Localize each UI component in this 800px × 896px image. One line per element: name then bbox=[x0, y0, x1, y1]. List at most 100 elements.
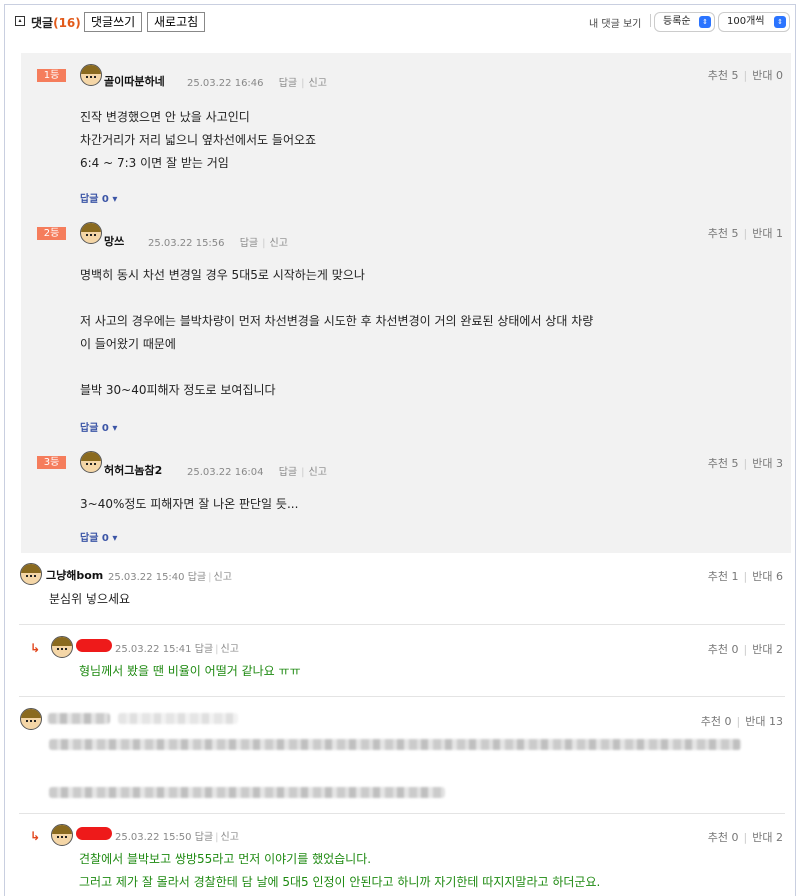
comment-meta: 25.03.22 15:41 답글 | 신고 bbox=[115, 644, 239, 655]
divider bbox=[19, 813, 785, 814]
nickname[interactable]: 망쓰 bbox=[104, 233, 124, 249]
nickname[interactable]: 허허그놈참2 bbox=[104, 462, 162, 478]
comment-date: 25.03.22 15:50 bbox=[115, 832, 192, 843]
comment-meta: 25.03.22 15:40 답글 | 신고 bbox=[108, 572, 232, 583]
downvote-count[interactable]: 반대 1 bbox=[752, 227, 783, 240]
comment-meta: 25.03.22 15:50 답글 | 신고 bbox=[115, 832, 239, 843]
downvote-count[interactable]: 반대 3 bbox=[752, 457, 783, 470]
downvote-count[interactable]: 반대 6 bbox=[752, 570, 783, 583]
vote-counts: 추천 5 | 반대 0 bbox=[707, 69, 783, 82]
collapse-icon[interactable]: ▴ bbox=[15, 16, 25, 26]
reply-arrow-icon: ↳ bbox=[30, 829, 41, 843]
reply-link[interactable]: 답글 bbox=[279, 467, 297, 478]
comment-body: 3~40%정도 피해자면 잘 나온 판단일 듯... bbox=[80, 497, 299, 511]
comment-title-text: 댓글 bbox=[31, 16, 54, 30]
vote-counts: 추천 0 | 반대 13 bbox=[700, 715, 783, 728]
nickname[interactable]: 그냥해bom bbox=[46, 567, 103, 583]
best-comments: 1등 골이따분하네 25.03.22 16:46 답글 | 신고 추천 5 | 반대 0… bbox=[21, 53, 791, 553]
report-link[interactable]: 신고 bbox=[221, 832, 239, 843]
reply-link[interactable]: 답글 bbox=[195, 644, 213, 655]
blurred-comment-line bbox=[49, 787, 445, 798]
downvote-count[interactable]: 반대 2 bbox=[752, 831, 783, 844]
vote-counts: 추천 0 | 반대 2 bbox=[707, 643, 783, 656]
reply-count-toggle[interactable]: 답글 0 ▾ bbox=[80, 190, 117, 205]
caret-down-icon: ▾ bbox=[112, 533, 118, 544]
comment-body: 견찰에서 블박보고 쌍방55라고 먼저 이야기를 했었습니다. 그러고 제가 잘… bbox=[79, 852, 601, 889]
sort-select[interactable]: 등록순 ⇕ bbox=[654, 12, 715, 32]
divider bbox=[19, 696, 785, 697]
vote-counts: 추천 5 | 반대 1 bbox=[707, 227, 783, 240]
comment-count: (16) bbox=[53, 16, 81, 30]
caret-down-icon: ▾ bbox=[112, 423, 118, 434]
comment-meta: 25.03.22 16:46 답글 | 신고 bbox=[187, 78, 327, 89]
user-avatar[interactable] bbox=[51, 824, 73, 846]
page-size-select-value: 100개씩 bbox=[727, 16, 765, 27]
upvote-count[interactable]: 추천 0 bbox=[701, 715, 732, 728]
comment-meta: 25.03.22 15:56 답글 | 신고 bbox=[148, 238, 288, 249]
nickname[interactable]: 골이따분하네 bbox=[104, 73, 165, 89]
reply-link[interactable]: 답글 bbox=[188, 572, 206, 583]
rank-badge: 1등 bbox=[37, 69, 66, 82]
upvote-count[interactable]: 추천 5 bbox=[708, 69, 739, 82]
upvote-count[interactable]: 추천 5 bbox=[708, 457, 739, 470]
upvote-count[interactable]: 추천 1 bbox=[708, 570, 739, 583]
user-avatar[interactable] bbox=[80, 222, 102, 244]
reply-link[interactable]: 답글 bbox=[240, 238, 258, 249]
comment-body: 분심위 넣으세요 bbox=[49, 592, 131, 606]
comment-date: 25.03.22 16:04 bbox=[187, 467, 264, 478]
blurred-meta bbox=[118, 713, 238, 724]
divider bbox=[19, 624, 785, 625]
vote-counts: 추천 1 | 반대 6 bbox=[707, 570, 783, 583]
user-avatar[interactable] bbox=[51, 636, 73, 658]
report-link[interactable]: 신고 bbox=[221, 644, 239, 655]
user-avatar[interactable] bbox=[80, 64, 102, 86]
reply-link[interactable]: 답글 bbox=[279, 78, 297, 89]
upvote-count[interactable]: 추천 5 bbox=[708, 227, 739, 240]
vote-counts: 추천 0 | 반대 2 bbox=[707, 831, 783, 844]
reply-count-toggle[interactable]: 답글 0 ▾ bbox=[80, 419, 117, 434]
vote-counts: 추천 5 | 반대 3 bbox=[707, 457, 783, 470]
refresh-button[interactable]: 새로고침 bbox=[147, 12, 206, 32]
user-avatar[interactable] bbox=[20, 563, 42, 585]
rank-badge: 3등 bbox=[37, 456, 66, 469]
comment-title: 댓글(16) bbox=[31, 14, 81, 31]
page-size-select[interactable]: 100개씩 ⇕ bbox=[718, 12, 790, 32]
comment-body: 형님께서 봤을 땐 비율이 어떨거 같나요 ㅠㅠ bbox=[79, 664, 301, 678]
reply-link[interactable]: 답글 bbox=[195, 832, 213, 843]
downvote-count[interactable]: 반대 0 bbox=[752, 69, 783, 82]
reply-count-label: 답글 0 bbox=[80, 423, 109, 434]
blurred-nickname bbox=[48, 713, 110, 724]
redacted-nickname bbox=[76, 639, 112, 652]
user-avatar[interactable] bbox=[20, 708, 42, 730]
comment-date: 25.03.22 15:56 bbox=[148, 238, 225, 249]
reply-arrow-icon: ↳ bbox=[30, 641, 41, 655]
write-comment-button[interactable]: 댓글쓰기 bbox=[84, 12, 143, 32]
upvote-count[interactable]: 추천 0 bbox=[708, 831, 739, 844]
select-arrow-icon: ⇕ bbox=[774, 16, 786, 28]
select-arrow-icon: ⇕ bbox=[699, 16, 711, 28]
caret-down-icon: ▾ bbox=[112, 194, 118, 205]
report-link[interactable]: 신고 bbox=[309, 467, 327, 478]
downvote-count[interactable]: 반대 13 bbox=[745, 715, 783, 728]
divider bbox=[650, 14, 651, 27]
report-link[interactable]: 신고 bbox=[309, 78, 327, 89]
sort-select-value: 등록순 bbox=[663, 16, 691, 27]
upvote-count[interactable]: 추천 0 bbox=[708, 643, 739, 656]
user-avatar[interactable] bbox=[80, 451, 102, 473]
my-comments-link[interactable]: 내 댓글 보기 bbox=[589, 15, 641, 30]
reply-count-toggle[interactable]: 답글 0 ▾ bbox=[80, 529, 117, 544]
comment-meta: 25.03.22 16:04 답글 | 신고 bbox=[187, 467, 327, 478]
comment-date: 25.03.22 16:46 bbox=[187, 78, 264, 89]
comment-section: ▴ 댓글(16) 댓글쓰기 새로고침 내 댓글 보기 등록순 ⇕ 100개씩 ⇕… bbox=[4, 4, 796, 896]
reply-count-label: 답글 0 bbox=[80, 194, 109, 205]
rank-badge: 2등 bbox=[37, 227, 66, 240]
comment-header: ▴ 댓글(16) 댓글쓰기 새로고침 내 댓글 보기 등록순 ⇕ 100개씩 ⇕ bbox=[5, 5, 795, 39]
comment-body: 진작 변경했으면 안 났을 사고인디 차간거리가 저리 넓으니 옆차선에서도 들… bbox=[80, 110, 317, 170]
downvote-count[interactable]: 반대 2 bbox=[752, 643, 783, 656]
reply-count-label: 답글 0 bbox=[80, 533, 109, 544]
comment-date: 25.03.22 15:40 bbox=[108, 572, 185, 583]
report-link[interactable]: 신고 bbox=[214, 572, 232, 583]
comment-body: 명백히 동시 차선 변경일 경우 5대5로 시작하는게 맞으나 저 사고의 경우… bbox=[80, 268, 594, 397]
blurred-comment-line bbox=[49, 739, 741, 750]
report-link[interactable]: 신고 bbox=[270, 238, 288, 249]
